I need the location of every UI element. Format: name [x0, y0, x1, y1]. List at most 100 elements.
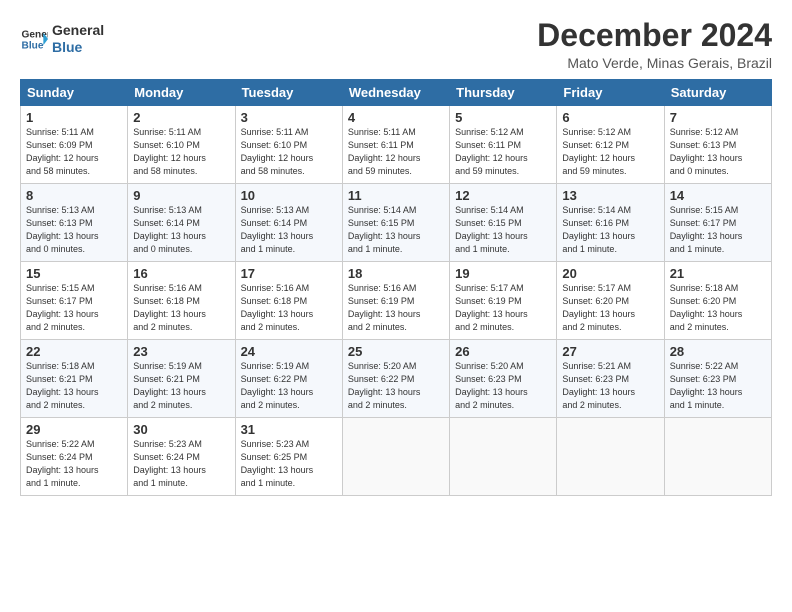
day-number: 20: [562, 266, 658, 281]
table-row: 23Sunrise: 5:19 AMSunset: 6:21 PMDayligh…: [128, 340, 235, 418]
table-row: 31Sunrise: 5:23 AMSunset: 6:25 PMDayligh…: [235, 418, 342, 496]
day-number: 7: [670, 110, 766, 125]
day-info: Sunrise: 5:20 AMSunset: 6:22 PMDaylight:…: [348, 360, 444, 412]
day-number: 15: [26, 266, 122, 281]
day-number: 10: [241, 188, 337, 203]
day-number: 24: [241, 344, 337, 359]
table-row: [664, 418, 771, 496]
day-info: Sunrise: 5:11 AMSunset: 6:10 PMDaylight:…: [133, 126, 229, 178]
table-row: 5Sunrise: 5:12 AMSunset: 6:11 PMDaylight…: [450, 106, 557, 184]
day-number: 28: [670, 344, 766, 359]
day-info: Sunrise: 5:18 AMSunset: 6:20 PMDaylight:…: [670, 282, 766, 334]
week-row-4: 22Sunrise: 5:18 AMSunset: 6:21 PMDayligh…: [21, 340, 772, 418]
day-info: Sunrise: 5:12 AMSunset: 6:11 PMDaylight:…: [455, 126, 551, 178]
header-wednesday: Wednesday: [342, 80, 449, 106]
table-row: 19Sunrise: 5:17 AMSunset: 6:19 PMDayligh…: [450, 262, 557, 340]
day-info: Sunrise: 5:11 AMSunset: 6:10 PMDaylight:…: [241, 126, 337, 178]
table-row: 21Sunrise: 5:18 AMSunset: 6:20 PMDayligh…: [664, 262, 771, 340]
day-info: Sunrise: 5:13 AMSunset: 6:13 PMDaylight:…: [26, 204, 122, 256]
day-info: Sunrise: 5:15 AMSunset: 6:17 PMDaylight:…: [26, 282, 122, 334]
day-info: Sunrise: 5:13 AMSunset: 6:14 PMDaylight:…: [241, 204, 337, 256]
table-row: [450, 418, 557, 496]
table-row: 25Sunrise: 5:20 AMSunset: 6:22 PMDayligh…: [342, 340, 449, 418]
week-row-2: 8Sunrise: 5:13 AMSunset: 6:13 PMDaylight…: [21, 184, 772, 262]
day-info: Sunrise: 5:15 AMSunset: 6:17 PMDaylight:…: [670, 204, 766, 256]
title-block: December 2024 Mato Verde, Minas Gerais, …: [537, 18, 772, 71]
header-thursday: Thursday: [450, 80, 557, 106]
day-number: 13: [562, 188, 658, 203]
day-number: 8: [26, 188, 122, 203]
header-tuesday: Tuesday: [235, 80, 342, 106]
table-row: 12Sunrise: 5:14 AMSunset: 6:15 PMDayligh…: [450, 184, 557, 262]
day-number: 11: [348, 188, 444, 203]
header: General Blue General Blue December 2024 …: [20, 18, 772, 71]
day-info: Sunrise: 5:18 AMSunset: 6:21 PMDaylight:…: [26, 360, 122, 412]
day-info: Sunrise: 5:12 AMSunset: 6:12 PMDaylight:…: [562, 126, 658, 178]
table-row: 29Sunrise: 5:22 AMSunset: 6:24 PMDayligh…: [21, 418, 128, 496]
table-row: 20Sunrise: 5:17 AMSunset: 6:20 PMDayligh…: [557, 262, 664, 340]
day-info: Sunrise: 5:23 AMSunset: 6:24 PMDaylight:…: [133, 438, 229, 490]
table-row: 6Sunrise: 5:12 AMSunset: 6:12 PMDaylight…: [557, 106, 664, 184]
week-row-1: 1Sunrise: 5:11 AMSunset: 6:09 PMDaylight…: [21, 106, 772, 184]
table-row: 7Sunrise: 5:12 AMSunset: 6:13 PMDaylight…: [664, 106, 771, 184]
week-row-5: 29Sunrise: 5:22 AMSunset: 6:24 PMDayligh…: [21, 418, 772, 496]
day-number: 19: [455, 266, 551, 281]
day-number: 14: [670, 188, 766, 203]
header-monday: Monday: [128, 80, 235, 106]
table-row: 26Sunrise: 5:20 AMSunset: 6:23 PMDayligh…: [450, 340, 557, 418]
day-info: Sunrise: 5:11 AMSunset: 6:11 PMDaylight:…: [348, 126, 444, 178]
day-info: Sunrise: 5:16 AMSunset: 6:19 PMDaylight:…: [348, 282, 444, 334]
table-row: [342, 418, 449, 496]
day-number: 31: [241, 422, 337, 437]
table-row: 11Sunrise: 5:14 AMSunset: 6:15 PMDayligh…: [342, 184, 449, 262]
day-info: Sunrise: 5:17 AMSunset: 6:20 PMDaylight:…: [562, 282, 658, 334]
logo-text-line1: General: [52, 22, 104, 39]
logo: General Blue General Blue: [20, 22, 104, 56]
day-number: 6: [562, 110, 658, 125]
day-number: 3: [241, 110, 337, 125]
day-info: Sunrise: 5:14 AMSunset: 6:16 PMDaylight:…: [562, 204, 658, 256]
day-info: Sunrise: 5:17 AMSunset: 6:19 PMDaylight:…: [455, 282, 551, 334]
table-row: 3Sunrise: 5:11 AMSunset: 6:10 PMDaylight…: [235, 106, 342, 184]
logo-icon: General Blue: [20, 25, 48, 53]
month-year-title: December 2024: [537, 18, 772, 53]
day-info: Sunrise: 5:14 AMSunset: 6:15 PMDaylight:…: [348, 204, 444, 256]
table-row: 15Sunrise: 5:15 AMSunset: 6:17 PMDayligh…: [21, 262, 128, 340]
logo-text-line2: Blue: [52, 39, 104, 56]
day-info: Sunrise: 5:16 AMSunset: 6:18 PMDaylight:…: [133, 282, 229, 334]
day-number: 27: [562, 344, 658, 359]
main-container: General Blue General Blue December 2024 …: [0, 0, 792, 506]
day-info: Sunrise: 5:11 AMSunset: 6:09 PMDaylight:…: [26, 126, 122, 178]
table-row: 4Sunrise: 5:11 AMSunset: 6:11 PMDaylight…: [342, 106, 449, 184]
day-info: Sunrise: 5:19 AMSunset: 6:22 PMDaylight:…: [241, 360, 337, 412]
day-number: 16: [133, 266, 229, 281]
day-number: 4: [348, 110, 444, 125]
day-info: Sunrise: 5:22 AMSunset: 6:24 PMDaylight:…: [26, 438, 122, 490]
day-number: 2: [133, 110, 229, 125]
header-saturday: Saturday: [664, 80, 771, 106]
calendar-table: Sunday Monday Tuesday Wednesday Thursday…: [20, 79, 772, 496]
location-subtitle: Mato Verde, Minas Gerais, Brazil: [537, 55, 772, 71]
table-row: [557, 418, 664, 496]
day-info: Sunrise: 5:22 AMSunset: 6:23 PMDaylight:…: [670, 360, 766, 412]
header-friday: Friday: [557, 80, 664, 106]
day-info: Sunrise: 5:19 AMSunset: 6:21 PMDaylight:…: [133, 360, 229, 412]
day-number: 1: [26, 110, 122, 125]
day-header-row: Sunday Monday Tuesday Wednesday Thursday…: [21, 80, 772, 106]
day-number: 22: [26, 344, 122, 359]
header-sunday: Sunday: [21, 80, 128, 106]
day-number: 9: [133, 188, 229, 203]
day-info: Sunrise: 5:16 AMSunset: 6:18 PMDaylight:…: [241, 282, 337, 334]
table-row: 10Sunrise: 5:13 AMSunset: 6:14 PMDayligh…: [235, 184, 342, 262]
day-info: Sunrise: 5:20 AMSunset: 6:23 PMDaylight:…: [455, 360, 551, 412]
table-row: 16Sunrise: 5:16 AMSunset: 6:18 PMDayligh…: [128, 262, 235, 340]
day-info: Sunrise: 5:23 AMSunset: 6:25 PMDaylight:…: [241, 438, 337, 490]
day-number: 30: [133, 422, 229, 437]
day-number: 17: [241, 266, 337, 281]
table-row: 2Sunrise: 5:11 AMSunset: 6:10 PMDaylight…: [128, 106, 235, 184]
table-row: 18Sunrise: 5:16 AMSunset: 6:19 PMDayligh…: [342, 262, 449, 340]
table-row: 28Sunrise: 5:22 AMSunset: 6:23 PMDayligh…: [664, 340, 771, 418]
table-row: 17Sunrise: 5:16 AMSunset: 6:18 PMDayligh…: [235, 262, 342, 340]
week-row-3: 15Sunrise: 5:15 AMSunset: 6:17 PMDayligh…: [21, 262, 772, 340]
day-number: 26: [455, 344, 551, 359]
